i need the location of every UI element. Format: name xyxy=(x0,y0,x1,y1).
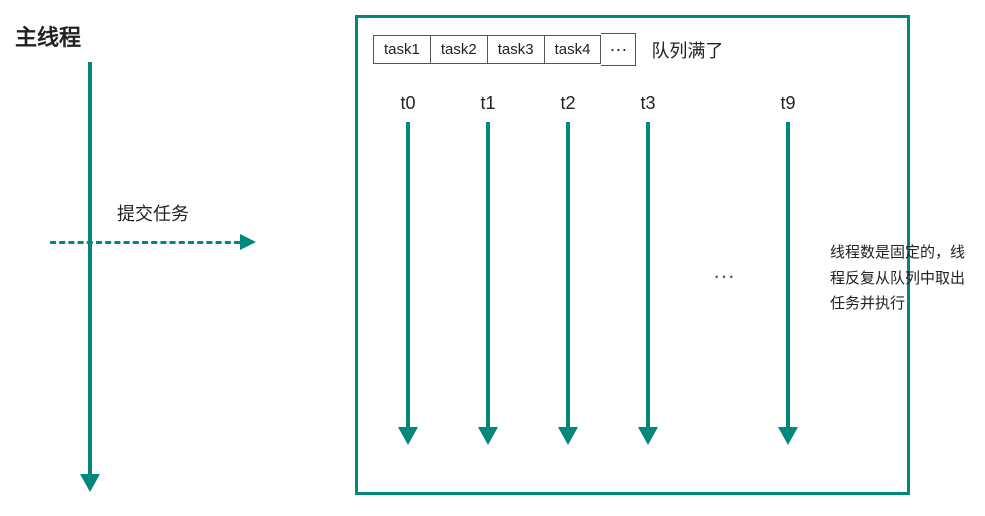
submit-area: 提交任务 xyxy=(50,200,256,250)
arrow-down-icon xyxy=(80,474,100,492)
thread-t3-line xyxy=(646,122,650,427)
task-box-4: task4 xyxy=(545,35,602,64)
thread-t1: t1 xyxy=(478,93,498,445)
main-container: 主线程 提交任务 task1 task2 task3 task4 ··· 队列满… xyxy=(0,0,985,516)
task-box-1: task1 xyxy=(373,35,431,64)
thread-t2-label: t2 xyxy=(560,93,575,114)
queue-full-label: 队列满了 xyxy=(651,37,723,63)
thread-t1-arrowhead xyxy=(478,427,498,445)
submit-label: 提交任务 xyxy=(117,200,189,226)
thread-t9-arrowhead xyxy=(778,427,798,445)
thread-t0-arrowhead xyxy=(398,427,418,445)
task-queue: task1 task2 task3 task4 ··· 队列满了 xyxy=(358,18,907,66)
thread-t2-arrowhead xyxy=(558,427,578,445)
thread-t9-line xyxy=(786,122,790,427)
thread-t0-label: t0 xyxy=(400,93,415,114)
vertical-arrow-container xyxy=(10,62,170,492)
thread-t2: t2 xyxy=(558,93,578,445)
thread-t1-label: t1 xyxy=(480,93,495,114)
dashed-line xyxy=(50,241,240,244)
task-box-2: task2 xyxy=(431,35,488,64)
thread-t9: t9 xyxy=(778,93,798,445)
thread-t9-label: t9 xyxy=(780,93,795,114)
main-thread-label: 主线程 xyxy=(15,20,170,52)
left-section: 主线程 xyxy=(10,20,170,500)
task-ellipsis: ··· xyxy=(601,33,636,66)
task-box-3: task3 xyxy=(488,35,545,64)
vertical-line xyxy=(88,62,92,474)
thread-t2-line xyxy=(566,122,570,427)
thread-t0-line xyxy=(406,122,410,427)
thread-t1-line xyxy=(486,122,490,427)
thread-t0: t0 xyxy=(398,93,418,445)
thread-pool-box: task1 task2 task3 task4 ··· 队列满了 t0 t1 xyxy=(355,15,910,495)
dashed-arrow xyxy=(50,234,256,250)
thread-t3-label: t3 xyxy=(640,93,655,114)
thread-t3-arrowhead xyxy=(638,427,658,445)
threads-ellipsis: ··· xyxy=(713,263,735,289)
thread-note: 线程数是固定的，线程反复从队列中取出任务并执行 xyxy=(830,240,975,317)
arrow-right-icon xyxy=(240,234,256,250)
threads-area: t0 t1 t2 t3 ··· xyxy=(358,93,907,473)
thread-t3: t3 xyxy=(638,93,658,445)
